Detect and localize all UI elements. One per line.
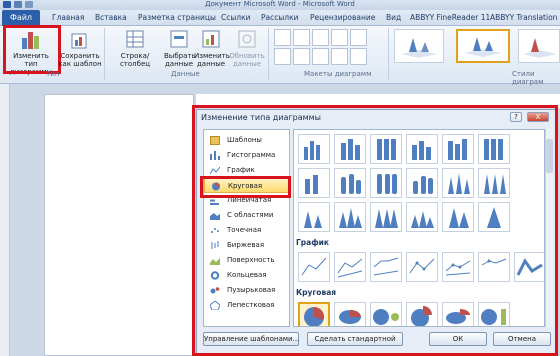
group-styles-label: Стили диаграм xyxy=(512,70,544,86)
select-data-button[interactable]: Выбрать данные xyxy=(164,28,196,68)
select-data-icon xyxy=(170,30,188,48)
save-template-label-2: как шаблон xyxy=(58,60,102,68)
row-column-label: Строка/столбец xyxy=(119,52,151,68)
refresh-data-label-1: Обновить xyxy=(229,52,265,60)
layout-thumb[interactable] xyxy=(350,48,367,65)
chart-style-thumb[interactable] xyxy=(518,29,560,63)
edit-data-label-2: данные xyxy=(196,60,226,68)
tab-view[interactable]: Вид xyxy=(386,13,401,22)
chart-style-icon xyxy=(464,37,502,57)
tab-abbyy-translation[interactable]: ABBYY Translation xyxy=(490,13,557,22)
layout-thumb[interactable] xyxy=(312,48,329,65)
select-data-label-1: Выбрать xyxy=(164,52,196,60)
vertical-ruler xyxy=(0,84,10,356)
highlight-dialog xyxy=(192,105,558,356)
tab-page-layout[interactable]: Разметка страницы xyxy=(138,13,216,22)
group-type-label: Тип xyxy=(46,70,60,78)
group-data-label: Данные xyxy=(171,70,200,78)
refresh-data-icon xyxy=(238,30,256,48)
layout-thumb[interactable] xyxy=(331,48,348,65)
chart-style-thumb-selected[interactable] xyxy=(456,29,510,63)
row-column-button[interactable]: Строка/столбец xyxy=(107,28,163,68)
layout-thumb[interactable] xyxy=(350,29,367,46)
tab-home[interactable]: Главная xyxy=(52,13,84,22)
ribbon-separator xyxy=(104,28,105,80)
tab-file[interactable]: Файл xyxy=(2,10,40,26)
chart-style-icon xyxy=(401,38,437,58)
save-template-label-1: Сохранить xyxy=(60,52,100,60)
refresh-data-label-2: данные xyxy=(232,60,262,68)
title-bar: Документ Microsoft Word - Microsoft Word xyxy=(0,0,560,10)
tab-mailings[interactable]: Рассылки xyxy=(261,13,299,22)
tab-references[interactable]: Ссылки xyxy=(221,13,250,22)
document-page[interactable] xyxy=(44,94,194,356)
refresh-data-button[interactable]: Обновить данные xyxy=(229,28,265,68)
highlight-change-type xyxy=(3,25,61,74)
save-as-template-button[interactable]: Сохранить как шаблон xyxy=(58,28,102,68)
row-column-icon xyxy=(126,30,144,48)
ribbon-separator xyxy=(268,28,269,80)
chart-layouts-gallery[interactable] xyxy=(274,29,384,67)
chart-style-icon xyxy=(523,38,557,58)
tab-review[interactable]: Рецензирование xyxy=(310,13,375,22)
chart-style-thumb[interactable] xyxy=(394,29,444,63)
ribbon: Изменить тип диаграммы Сохранить как шаб… xyxy=(0,25,560,86)
ribbon-tabs: Файл Главная Вставка Разметка страницы С… xyxy=(0,10,560,26)
layout-thumb[interactable] xyxy=(293,48,310,65)
edit-data-icon xyxy=(202,30,220,48)
edit-data-button[interactable]: Изменить данные xyxy=(194,28,230,68)
window-title: Документ Microsoft Word - Microsoft Word xyxy=(205,0,355,8)
select-data-label-2: данные xyxy=(164,60,194,68)
edit-data-label-1: Изменить xyxy=(194,52,230,60)
ribbon-separator xyxy=(388,28,389,80)
layout-thumb[interactable] xyxy=(274,48,291,65)
save-template-icon xyxy=(71,33,87,49)
layout-thumb[interactable] xyxy=(312,29,329,46)
tab-insert[interactable]: Вставка xyxy=(95,13,127,22)
tab-abbyy-finereader[interactable]: ABBYY FineReader 11 xyxy=(410,13,490,22)
group-layouts-label: Макеты диаграмм xyxy=(304,70,372,78)
layout-thumb[interactable] xyxy=(274,29,291,46)
layout-thumb[interactable] xyxy=(293,29,310,46)
layout-thumb[interactable] xyxy=(331,29,348,46)
